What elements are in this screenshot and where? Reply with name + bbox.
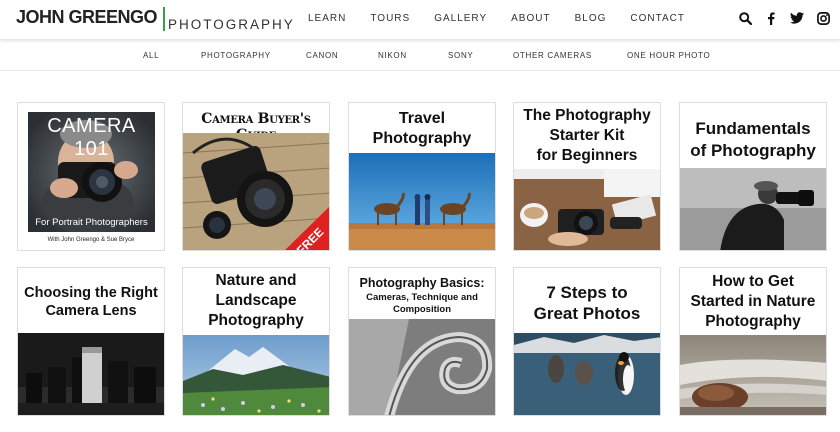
course-image bbox=[680, 335, 826, 415]
course-title-line: 7 Steps to bbox=[546, 283, 628, 302]
course-card-7-steps[interactable]: 7 Steps to Great Photos bbox=[513, 267, 661, 416]
nav-contact[interactable]: CONTACT bbox=[618, 12, 697, 26]
logo-subtitle: PHOTOGRAPHY bbox=[168, 17, 295, 32]
header-icons bbox=[738, 11, 830, 25]
course-title-line: Started in Nature bbox=[690, 293, 816, 310]
course-card-nature-photography[interactable]: How to Get Started in Nature Photography bbox=[679, 267, 827, 416]
course-image bbox=[349, 319, 495, 415]
course-image bbox=[514, 169, 660, 250]
course-title: Photography Basics: Cameras, Technique a… bbox=[349, 276, 495, 316]
course-title: 7 Steps to Great Photos bbox=[514, 282, 660, 324]
course-title-line: Nature and bbox=[215, 272, 297, 289]
logo-name: JOHN GREENGO bbox=[16, 7, 158, 27]
course-title: How to Get Started in Nature Photography bbox=[680, 272, 826, 332]
course-card-nature-landscape[interactable]: Nature and Landscape Photography bbox=[182, 267, 330, 416]
course-title: CAMERA 101 bbox=[47, 115, 136, 160]
category-canon[interactable]: CANON bbox=[306, 51, 338, 60]
course-title-line: Choosing the Right bbox=[24, 285, 158, 301]
main-nav: LEARN TOURS GALLERY ABOUT BLOG CONTACT bbox=[296, 12, 697, 26]
course-title-line: Landscape bbox=[215, 292, 297, 309]
course-image bbox=[349, 153, 495, 250]
category-nikon[interactable]: NIKON bbox=[378, 51, 407, 60]
site-header: JOHN GREENGO PHOTOGRAPHY LEARN TOURS GAL… bbox=[0, 0, 840, 40]
course-title-line: Fundamentals bbox=[695, 119, 811, 138]
facebook-icon[interactable] bbox=[764, 11, 778, 25]
course-title-line: Photography Basics: bbox=[359, 276, 485, 290]
category-photography[interactable]: PHOTOGRAPHY bbox=[201, 51, 271, 60]
course-card-starter-kit[interactable]: The Photography Starter Kit for Beginner… bbox=[513, 102, 661, 251]
course-title-line: for Beginners bbox=[536, 147, 638, 164]
course-title-line: Photography bbox=[372, 130, 472, 147]
course-image bbox=[18, 333, 164, 415]
course-title: The Photography Starter Kit for Beginner… bbox=[514, 106, 660, 166]
course-subtitle: For Portrait Photographers bbox=[35, 217, 148, 228]
nav-tours[interactable]: TOURS bbox=[358, 12, 422, 26]
course-caption: With John Greengo & Sue Bryce bbox=[47, 237, 135, 243]
course-title-line: of Photography bbox=[690, 141, 816, 160]
logo-divider bbox=[163, 7, 166, 31]
nav-blog[interactable]: BLOG bbox=[563, 12, 619, 26]
category-all[interactable]: ALL bbox=[143, 51, 159, 60]
course-card-camera-buyers-guide[interactable]: Camera Buyer's Guide FREE bbox=[182, 102, 330, 251]
course-title-line: Travel bbox=[398, 110, 446, 127]
course-title: Travel Photography bbox=[349, 109, 495, 149]
course-image bbox=[680, 168, 826, 250]
course-title-line: Composition bbox=[392, 304, 452, 315]
course-title: Nature and Landscape Photography bbox=[183, 271, 329, 331]
instagram-icon[interactable] bbox=[816, 11, 830, 25]
search-icon[interactable] bbox=[738, 11, 752, 25]
category-sony[interactable]: SONY bbox=[448, 51, 473, 60]
course-title-line: Starter Kit bbox=[549, 127, 625, 144]
course-card-fundamentals[interactable]: Fundamentals of Photography bbox=[679, 102, 827, 251]
category-one-hour-photo[interactable]: ONE HOUR PHOTO bbox=[627, 51, 710, 60]
category-nav: ALL PHOTOGRAPHY CANON NIKON SONY OTHER C… bbox=[0, 41, 840, 71]
nav-gallery[interactable]: GALLERY bbox=[422, 12, 499, 26]
nav-learn[interactable]: LEARN bbox=[296, 12, 358, 26]
course-title-line: Photography bbox=[208, 312, 304, 329]
course-title-line: Cameras, Technique and bbox=[366, 292, 478, 303]
course-title-line: How to Get bbox=[712, 273, 794, 290]
course-title: Choosing the Right Camera Lens bbox=[18, 284, 164, 320]
course-card-camera-101[interactable]: CAMERA 101 For Portrait Photographers Wi… bbox=[17, 102, 165, 251]
course-title-line: Camera Lens bbox=[45, 303, 137, 319]
course-title-line: Photography bbox=[705, 313, 801, 330]
course-card-camera-lens[interactable]: Choosing the Right Camera Lens bbox=[17, 267, 165, 416]
course-title: Fundamentals of Photography bbox=[680, 118, 826, 162]
category-other-cameras[interactable]: OTHER CAMERAS bbox=[513, 51, 592, 60]
twitter-icon[interactable] bbox=[790, 11, 804, 25]
course-card-photography-basics[interactable]: Photography Basics: Cameras, Technique a… bbox=[348, 267, 496, 416]
course-image bbox=[183, 335, 329, 415]
course-card-travel-photography[interactable]: Travel Photography bbox=[348, 102, 496, 251]
course-image bbox=[514, 333, 660, 415]
course-image: FREE bbox=[183, 133, 329, 250]
course-title-line: The Photography bbox=[523, 107, 651, 124]
course-title-line: Great Photos bbox=[533, 304, 641, 323]
site-logo[interactable]: JOHN GREENGO PHOTOGRAPHY bbox=[16, 5, 295, 33]
nav-about[interactable]: ABOUT bbox=[499, 12, 562, 26]
